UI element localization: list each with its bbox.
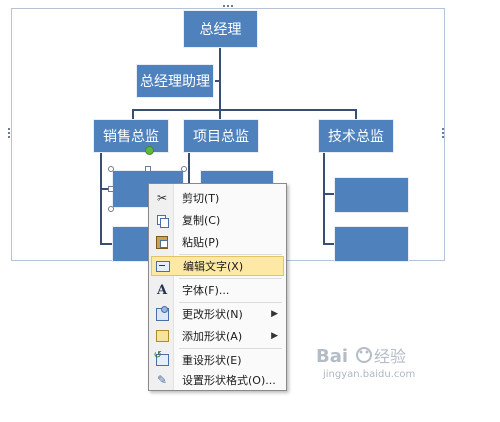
menu-item-paste-label: 粘贴(P) (182, 236, 220, 249)
submenu-arrow-icon: ▶ (271, 309, 278, 319)
menu-item-format-shape[interactable]: ✎ 设置形状格式(O)... (151, 370, 284, 390)
connector-horizontal (132, 109, 356, 111)
menu-item-add-shape[interactable]: 添加形状(A) ▶ (151, 326, 284, 346)
menu-separator-4 (179, 348, 282, 349)
font-icon: A (156, 282, 168, 298)
box-general-manager-label: 总经理 (199, 22, 242, 38)
menu-separator-2 (179, 278, 282, 279)
svg-text:经验: 经验 (374, 347, 406, 366)
resize-handle-nw[interactable] (108, 166, 114, 172)
menu-item-paste[interactable]: 粘贴(P) (151, 232, 284, 252)
svg-text:Bai: Bai (316, 346, 348, 367)
watermark-logo: Bai 经验 (316, 346, 406, 367)
box-project-director-label: 项目总监 (193, 129, 249, 145)
menu-item-reset-shape-label: 重设形状(E) (182, 354, 242, 367)
box-tech-child-2[interactable] (334, 226, 409, 262)
connector-assistant (215, 80, 219, 82)
connector-tech-down (323, 152, 325, 244)
box-tech-child-1[interactable] (334, 177, 409, 213)
menu-item-change-shape[interactable]: 更改形状(N) ▶ (151, 304, 284, 324)
resize-handle-ne[interactable] (181, 166, 187, 172)
box-assistant[interactable]: 总经理助理 (136, 64, 214, 98)
box-tech-director-label: 技术总监 (328, 129, 384, 145)
format-shape-icon: ✎ (156, 373, 168, 387)
menu-item-cut[interactable]: ✂ 剪切(T) (151, 188, 284, 208)
menu-separator-3 (179, 302, 282, 303)
resize-handle-w[interactable] (108, 186, 114, 192)
menu-item-add-shape-label: 添加形状(A) (182, 330, 243, 343)
box-sales-child-2[interactable] (112, 226, 152, 262)
menu-item-copy-label: 复制(C) (182, 214, 221, 227)
menu-item-reset-shape[interactable]: 重设形状(E) (151, 350, 284, 370)
menu-item-font[interactable]: A 字体(F)... (151, 280, 284, 300)
box-project-director[interactable]: 项目总监 (183, 119, 259, 153)
connector-sales-child2 (100, 243, 112, 245)
box-sales-director[interactable]: 销售总监 (93, 119, 169, 153)
copy-icon (156, 214, 169, 228)
document-canvas: 总经理 总经理助理 销售总监 项目总监 技术总监 ✂ 剪切(T) 复制(C) 粘… (0, 0, 500, 422)
add-shape-icon (155, 330, 169, 342)
frame-right-handle[interactable] (442, 128, 447, 138)
frame-left-handle[interactable] (8, 128, 13, 138)
menu-item-copy[interactable]: 复制(C) (151, 210, 284, 230)
menu-item-edit-text-label: 编辑文字(X) (183, 260, 244, 273)
connector-sales-down (100, 152, 102, 244)
box-general-manager[interactable]: 总经理 (183, 10, 258, 48)
scissors-icon: ✂ (156, 191, 168, 205)
rotate-handle[interactable] (145, 146, 154, 155)
watermark-url: jingyan.baidu.com (323, 369, 416, 380)
menu-item-font-label: 字体(F)... (182, 284, 230, 297)
menu-item-edit-text[interactable]: 编辑文字(X) (151, 256, 284, 276)
reset-shape-icon (154, 350, 169, 366)
menu-separator-1 (179, 254, 282, 255)
menu-item-cut-label: 剪切(T) (182, 192, 220, 205)
change-shape-icon (155, 305, 169, 321)
edit-text-icon (156, 260, 170, 272)
box-tech-director[interactable]: 技术总监 (318, 119, 394, 153)
menu-item-format-shape-label: 设置形状格式(O)... (182, 374, 276, 387)
paste-icon (156, 235, 168, 249)
resize-handle-n[interactable] (145, 166, 151, 172)
box-assistant-label: 总经理助理 (140, 74, 210, 90)
submenu-arrow-icon: ▶ (271, 331, 278, 341)
context-menu: ✂ 剪切(T) 复制(C) 粘贴(P) 编辑文字(X) A 字体(F)... 更… (148, 183, 287, 391)
menu-item-change-shape-label: 更改形状(N) (182, 308, 243, 321)
box-sales-director-label: 销售总监 (103, 129, 159, 145)
resize-handle-sw[interactable] (108, 206, 114, 212)
connector-top (219, 48, 221, 110)
